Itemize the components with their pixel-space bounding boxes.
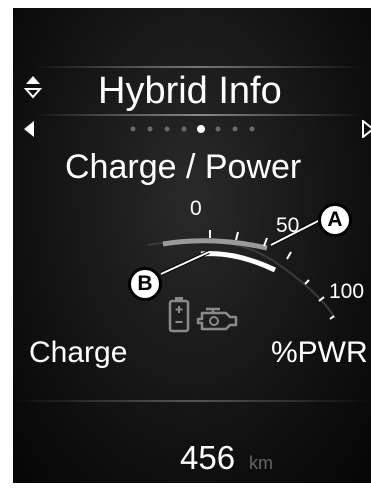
gauge-tick-label-50: 50 [276,214,300,237]
gauge-tick [304,279,310,285]
gauge-tick-label-100: 100 [329,280,365,303]
gauge-tick [286,251,292,260]
gauge-tick [329,315,335,320]
gauge-tick-fifty [263,237,268,247]
engine-icon [196,307,238,331]
gauge-tick-label-0: 0 [190,197,202,220]
callout-b: B [128,267,162,301]
range-divider [13,400,371,402]
battery-icon [168,297,190,333]
gauge-charge-arc [162,238,268,251]
power-percent-label: %PWR [271,336,368,369]
range-value: 456 [180,439,236,476]
range-unit: km [249,453,273,473]
cluster-display: Hybrid Info Charge / Power 0 50 100 A B … [13,8,371,483]
callout-b-leader-inner [160,251,210,275]
gauge-tick [235,231,239,241]
charge-label: Charge [29,336,128,369]
callout-a: A [318,203,352,237]
